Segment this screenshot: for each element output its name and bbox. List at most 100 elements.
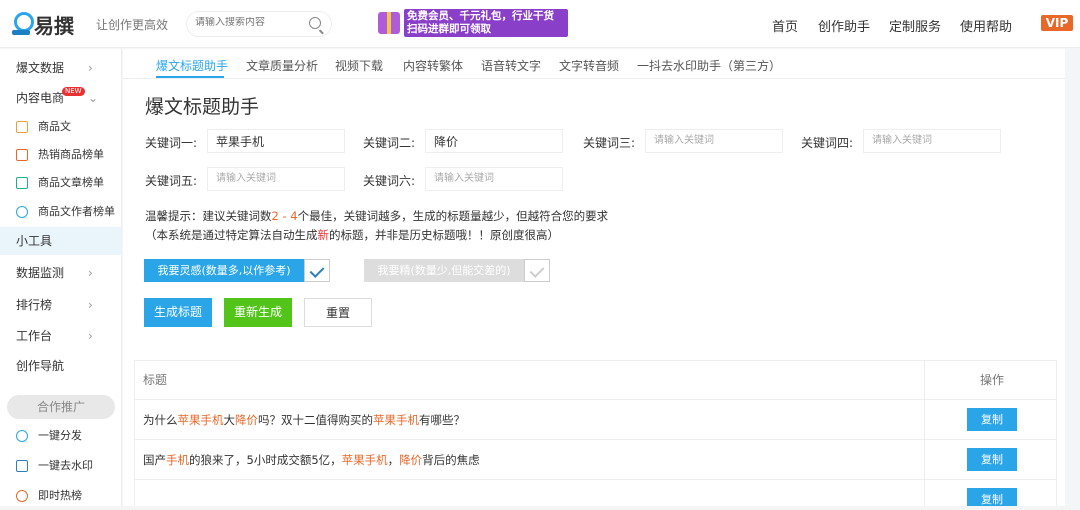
sidebar-item-product-author-rank[interactable]: 商品文作者榜单 (0, 198, 122, 226)
check-icon[interactable] (524, 259, 550, 282)
table-row: 为什么苹果手机大降价吗？双十二值得购买的苹果手机有哪些？ 复制 (135, 399, 1056, 440)
sidebar-item-remove-watermark[interactable]: 一键去水印 (0, 452, 122, 480)
keyword-highlight: 降价 (399, 453, 423, 467)
chevron-icon: › (88, 329, 93, 343)
title-text: ， (387, 453, 400, 467)
sidebar-item-label: 一键分发 (38, 429, 82, 442)
nav-help[interactable]: 使用帮助 (960, 16, 1012, 35)
active-tab-indicator (156, 76, 224, 78)
sidebar-item-hot-products[interactable]: 热销商品榜单 (0, 141, 122, 169)
title-text: 大 (223, 413, 236, 427)
chevron-icon: › (88, 298, 93, 312)
nav-home[interactable]: 首页 (772, 16, 798, 35)
gift-icon (378, 12, 400, 34)
keyword-highlight: 苹果手机 (177, 413, 224, 427)
keyword-highlight: 降价 (235, 413, 258, 427)
sidebar: 爆文数据 › 内容电商 NEW ⌄ 商品文 热销商品榜单 商品文章榜单 商品文作者榜单 小工具 数据… (0, 49, 122, 506)
sidebar-item-rankings[interactable]: 排行榜 › (0, 291, 122, 319)
title-cell: 为什么苹果手机大降价吗？双十二值得购买的苹果手机有哪些？ (143, 412, 465, 428)
tip-line-1: 温馨提示：建议关键词数2 - 4个最佳，关键词越多，生成的标题量越少，但越符合您… (145, 208, 608, 224)
logo[interactable]: 易撰 (12, 10, 74, 39)
tip-line-2: （本系统是通过特定算法自动生成新的标题，并非是历史标题哦！！原创度很高） (145, 227, 559, 243)
keyword-input-5[interactable] (207, 167, 345, 191)
realtime-hot-icon (16, 490, 28, 502)
action-cell: 复制 (924, 480, 1056, 506)
keyword-input-1[interactable] (207, 129, 345, 153)
tip-text: 的标题，并非是历史标题哦！！原创度很高） (329, 228, 559, 242)
check-icon[interactable] (304, 259, 330, 282)
sidebar-item-tools[interactable]: 小工具 (0, 227, 122, 255)
sidebar-item-label: 爆文数据 (16, 61, 65, 75)
keyword-label-4: 关键词四: (801, 136, 854, 150)
vip-badge[interactable]: VIP (1041, 15, 1073, 31)
nav-creation-assistant[interactable]: 创作助手 (818, 16, 870, 35)
keyword-highlight: 苹果手机 (341, 453, 388, 467)
hot-products-icon (16, 149, 28, 161)
column-header-action: 操作 (980, 373, 1005, 387)
tab-1[interactable]: 文章质量分析 (246, 57, 318, 74)
brand-name: 易撰 (34, 14, 74, 38)
sidebar-item-label: 工作台 (16, 329, 53, 343)
sidebar-item-label: 小工具 (16, 234, 53, 248)
sidebar-item-label: 排行榜 (16, 298, 53, 312)
keyword-input-6[interactable] (425, 167, 563, 191)
reset-button[interactable]: 重置 (304, 298, 372, 327)
tip-highlight: 2 - 4 (271, 209, 298, 223)
title-text: 吗？双十二值得购买的 (258, 413, 373, 427)
tip-text: （本系统是通过特定算法自动生成 (145, 228, 318, 242)
sidebar-item-hot-data[interactable]: 爆文数据 › (0, 54, 122, 82)
generate-button[interactable]: 生成标题 (144, 298, 212, 327)
sidebar-item-label: 商品文 (38, 120, 71, 133)
one-click-distribute-icon (16, 430, 28, 442)
sidebar-item-label: 热销商品榜单 (38, 148, 104, 161)
sidebar-item-content-ecommerce[interactable]: 内容电商 NEW ⌄ (0, 84, 122, 112)
sidebar-item-one-click-distribute[interactable]: 一键分发 (0, 422, 122, 450)
inspire-mode-toggle[interactable]: 我要灵感(数量多,以作参考) (144, 259, 330, 282)
copy-button[interactable]: 复制 (967, 448, 1017, 471)
sidebar-item-label: 数据监测 (16, 266, 65, 280)
regenerate-button[interactable]: 重新生成 (224, 298, 292, 327)
precise-mode-toggle[interactable]: 我要精(数量少,但能交差的) (364, 259, 550, 282)
title-text: 背后的焦虑 (422, 453, 480, 467)
keyword-label-6: 关键词六: (363, 174, 416, 188)
product-author-rank-icon (16, 206, 28, 218)
tab-5[interactable]: 文字转音频 (559, 57, 619, 74)
tab-6[interactable]: 一抖去水印助手（第三方） (637, 57, 781, 74)
sidebar-item-data-monitor[interactable]: 数据监测 › (0, 259, 122, 287)
top-header: 易撰 让创作更高效 免费会员、千元礼包，行业干货 扫码进群即可领取 首页 创作助… (0, 0, 1080, 48)
action-cell: 复制 (924, 440, 1056, 480)
keyword-highlight: 苹果手机 (373, 413, 419, 427)
keyword-input-4[interactable] (863, 129, 1001, 153)
action-cell: 复制 (924, 400, 1056, 440)
keyword-label-1: 关键词一: (145, 136, 198, 150)
search-input[interactable] (195, 17, 305, 28)
tab-4[interactable]: 语音转文字 (481, 57, 541, 74)
chevron-icon: ⌄ (88, 91, 99, 105)
promo-banner[interactable]: 免费会员、千元礼包，行业干货 扫码进群即可领取 (378, 9, 568, 37)
copy-button[interactable]: 复制 (967, 408, 1017, 431)
tab-0[interactable]: 爆文标题助手 (156, 57, 228, 74)
sidebar-item-product-article[interactable]: 商品文 (0, 113, 122, 141)
nav-custom-service[interactable]: 定制服务 (889, 16, 941, 35)
search-icon[interactable] (309, 17, 321, 29)
tab-3[interactable]: 内容转繁体 (403, 57, 463, 74)
page-title: 爆文标题助手 (145, 96, 260, 118)
keyword-label-3: 关键词三: (583, 136, 636, 150)
toggle-label: 我要灵感(数量多,以作参考) (144, 259, 304, 282)
sidebar-item-workbench[interactable]: 工作台 › (0, 322, 122, 350)
sidebar-item-product-article-rank[interactable]: 商品文章榜单 (0, 169, 122, 197)
main-panel: 爆文标题助手 文章质量分析 视频下载 内容转繁体 语音转文字 文字转音频 一抖去水印助手（第… (123, 49, 1065, 506)
remove-watermark-icon (16, 460, 28, 472)
tip-highlight: 新 (317, 228, 330, 242)
title-text: 国产 (143, 453, 166, 467)
tip-text: 温馨提示：建议关键词数 (145, 209, 272, 223)
promo-text: 免费会员、千元礼包，行业干货 扫码进群即可领取 (404, 9, 568, 37)
keyword-input-3[interactable] (645, 129, 783, 153)
title-text: 为什么 (143, 413, 178, 427)
sidebar-item-creation-nav[interactable]: 创作导航 (0, 352, 122, 380)
product-article-rank-icon (16, 177, 28, 189)
title-text: 有哪些？ (419, 413, 465, 427)
copy-button[interactable]: 复制 (967, 488, 1017, 506)
keyword-input-2[interactable] (425, 129, 563, 153)
tab-2[interactable]: 视频下载 (335, 57, 383, 74)
